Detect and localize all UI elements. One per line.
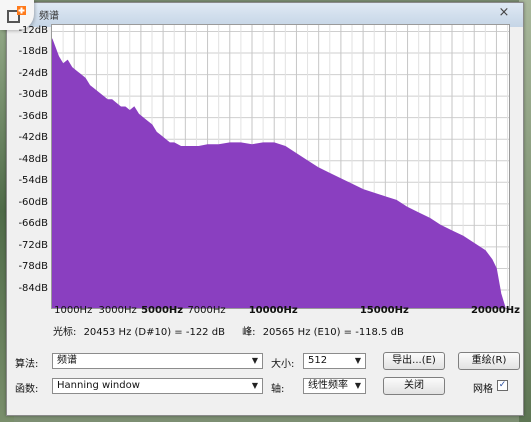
spectrum-plot[interactable] <box>51 24 510 309</box>
cursor-value: 20453 Hz (D#10) = -122 dB <box>83 327 225 338</box>
replot-button[interactable]: 重绘(R) <box>458 352 520 370</box>
x-tick-label: 5000Hz <box>141 305 184 316</box>
axis-label: 轴: <box>271 384 285 395</box>
x-tick-label: 10000Hz <box>248 305 298 316</box>
y-tick-label: -48dB <box>18 153 48 165</box>
y-tick-label: -42dB <box>18 132 48 144</box>
y-tick-label: -60dB <box>18 196 48 208</box>
size-label: 大小: <box>271 359 295 370</box>
chevron-down-icon: ▼ <box>354 381 362 390</box>
function-value: Hanning window <box>57 380 140 391</box>
cursor-label: 光标: <box>53 327 77 338</box>
y-tick-label: -84dB <box>18 283 48 294</box>
y-tick-label: -72dB <box>18 239 48 251</box>
grid-checkbox[interactable]: ✓ <box>497 380 508 391</box>
chevron-down-icon: ▼ <box>251 381 259 390</box>
close-button[interactable]: 关闭 <box>383 377 445 395</box>
algorithm-value: 频谱 <box>57 355 77 366</box>
axis-select[interactable]: 线性频率 ▼ <box>303 378 366 394</box>
y-axis-labels: -12dB -18dB -24dB -30dB -36dB -42dB -48dB -54dB… <box>6 24 50 314</box>
x-tick-label: 3000Hz <box>98 305 137 316</box>
axis-value: 线性频率 <box>308 380 348 391</box>
chevron-down-icon: ▼ <box>354 356 362 365</box>
y-tick-label: -18dB <box>18 46 48 58</box>
function-label: 函数: <box>15 384 39 395</box>
y-tick-label: -24dB <box>18 67 48 79</box>
size-value: 512 <box>308 355 328 366</box>
peak-label: 峰: <box>242 327 256 338</box>
chevron-down-icon: ▼ <box>251 356 259 365</box>
y-tick-label: -66dB <box>18 218 48 230</box>
grid-label: 网格 <box>473 384 493 395</box>
algorithm-select[interactable]: 频谱 ▼ <box>52 353 263 369</box>
y-tick-label: -30dB <box>18 89 48 101</box>
y-tick-label: -36dB <box>18 110 48 122</box>
x-tick-label: 20000Hz <box>470 305 520 316</box>
y-tick-label: -12dB <box>18 24 48 36</box>
cursor-readout: 光标: 20453 Hz (D#10) = -122 dB 峰: 20565 H… <box>53 323 408 338</box>
x-tick-label: 7000Hz <box>187 305 226 316</box>
spectrum-area <box>51 38 506 309</box>
y-tick-label: -78dB <box>18 261 48 273</box>
export-button[interactable]: 导出...(E) <box>383 352 445 370</box>
window-title: 频谱 <box>39 11 59 22</box>
x-tick-label: 15000Hz <box>359 305 409 316</box>
peak-value: 20565 Hz (E10) = -118.5 dB <box>262 327 404 338</box>
algorithm-label: 算法: <box>15 359 39 370</box>
spectrum-chart <box>51 25 509 309</box>
function-select[interactable]: Hanning window ▼ <box>52 378 263 394</box>
size-select[interactable]: 512 ▼ <box>303 353 366 369</box>
close-window-button[interactable]: × <box>493 5 515 21</box>
x-tick-label: 1000Hz <box>54 305 93 316</box>
y-tick-label: -54dB <box>18 175 48 187</box>
